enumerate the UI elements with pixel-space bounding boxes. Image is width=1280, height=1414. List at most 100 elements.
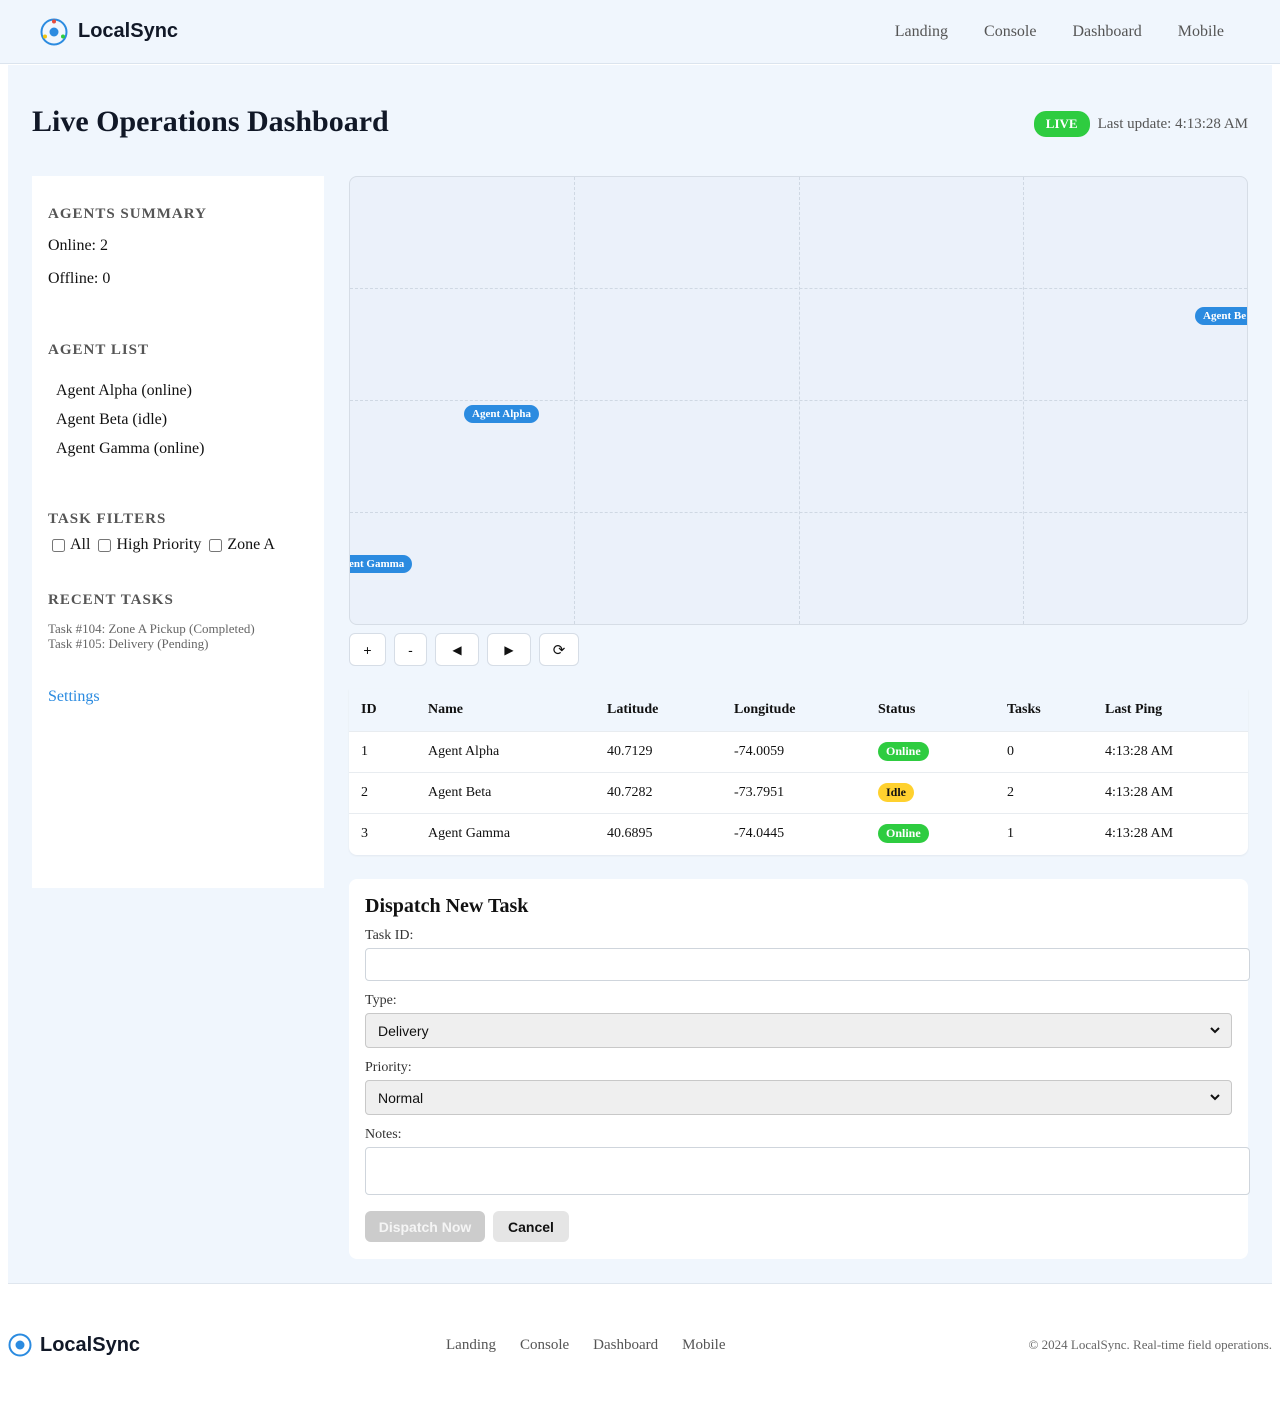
- recent-task-item: Task #105: Delivery (Pending): [48, 636, 209, 651]
- task-filters: All High Priority Zone A: [48, 536, 308, 554]
- cell-id: 1: [349, 730, 416, 772]
- task-filters-heading: TASK FILTERS: [48, 511, 167, 527]
- sidebar: AGENTS SUMMARY Online: 2 Offline: 0 AGEN…: [32, 176, 324, 888]
- priority-select[interactable]: Normal: [365, 1080, 1232, 1115]
- filter-all-checkbox[interactable]: [52, 538, 65, 552]
- chevron-down-icon: [1209, 1023, 1221, 1039]
- map-grid-line: [350, 288, 1247, 289]
- status-badge: Online: [878, 742, 929, 761]
- cell-name: Agent Beta: [416, 771, 595, 813]
- task-id-input[interactable]: [365, 948, 1250, 981]
- table-row[interactable]: 3 Agent Gamma 40.6895 -74.0445 Online 1 …: [349, 812, 1248, 854]
- logo-icon: [8, 1333, 32, 1357]
- agent-map[interactable]: Agent Alpha Agent Be ent Gamma: [349, 176, 1248, 625]
- column-header: Status: [878, 701, 916, 717]
- offline-count: Offline: 0: [48, 270, 111, 287]
- table-row[interactable]: 2 Agent Beta 40.7282 -73.7951 Idle 2 4:1…: [349, 771, 1248, 813]
- copyright: © 2024 LocalSync. Real-time field operat…: [1028, 1337, 1272, 1352]
- filter-high-priority-checkbox[interactable]: [98, 538, 112, 552]
- cell-id: 3: [349, 812, 416, 854]
- cell-longitude: -73.7951: [722, 771, 866, 813]
- table-header-row: ID Name Latitude Longitude Status Tasks …: [349, 689, 1248, 731]
- agents-summary-heading: AGENTS SUMMARY: [48, 206, 207, 222]
- footer-nav-landing[interactable]: Landing: [446, 1337, 496, 1354]
- footer-nav: Landing Console Dashboard Mobile: [446, 1337, 726, 1354]
- main-content: Live Operations Dashboard LIVE Last upda…: [8, 65, 1272, 1284]
- footer: LocalSync Landing Console Dashboard Mobi…: [8, 1330, 1272, 1360]
- refresh-map-button[interactable]: ⟳: [539, 633, 579, 666]
- cell-status: Idle: [866, 771, 995, 813]
- agent-list-item[interactable]: Agent Gamma (online): [56, 434, 308, 463]
- pan-right-button[interactable]: ▶: [487, 633, 531, 666]
- column-header: Last Ping: [1105, 701, 1163, 717]
- filter-zone-a[interactable]: Zone A: [205, 536, 275, 554]
- column-header: Tasks: [1007, 701, 1041, 717]
- notes-label: Notes:: [365, 1127, 402, 1142]
- nav-landing[interactable]: Landing: [895, 23, 948, 41]
- agent-list-item[interactable]: Agent Beta (idle): [56, 405, 308, 434]
- chevron-down-icon: [1209, 1090, 1221, 1106]
- filter-label: Zone A: [227, 536, 275, 553]
- dispatch-now-button[interactable]: Dispatch Now: [365, 1211, 485, 1242]
- map-grid-line: [350, 512, 1247, 513]
- cell-name: Agent Alpha: [416, 730, 595, 772]
- page-title: Live Operations Dashboard: [32, 105, 389, 138]
- priority-selected-value: Normal: [378, 1089, 424, 1106]
- agents-table-grid: ID Name Latitude Longitude Status Tasks …: [349, 689, 1248, 854]
- cell-status: Online: [866, 812, 995, 854]
- status-badge: Online: [878, 824, 929, 844]
- agent-list: Agent Alpha (online) Agent Beta (idle) A…: [48, 376, 308, 463]
- footer-nav-mobile[interactable]: Mobile: [682, 1337, 725, 1354]
- task-id-label: Task ID:: [365, 928, 414, 943]
- map-marker-gamma[interactable]: ent Gamma: [350, 555, 413, 573]
- table-row[interactable]: 1 Agent Alpha 40.7129 -74.0059 Online 0 …: [349, 730, 1248, 772]
- nav-console[interactable]: Console: [984, 23, 1036, 41]
- map-marker-alpha[interactable]: Agent Alpha: [464, 405, 539, 423]
- cell-last-ping: 4:13:28 AM: [1093, 771, 1248, 813]
- cell-id: 2: [349, 771, 416, 813]
- dispatch-task-form: Dispatch New Task Task ID: Type: Deliver…: [349, 879, 1250, 1259]
- type-selected-value: Delivery: [378, 1022, 429, 1039]
- nav-mobile[interactable]: Mobile: [1178, 23, 1224, 41]
- top-header: LocalSync Landing Console Dashboard Mobi…: [0, 0, 1280, 64]
- live-status: LIVE Last update: 4:13:28 AM: [1033, 111, 1248, 137]
- cell-last-ping: 4:13:28 AM: [1093, 730, 1248, 772]
- footer-nav-dashboard[interactable]: Dashboard: [593, 1337, 658, 1354]
- pan-left-button[interactable]: ◀: [435, 633, 479, 666]
- cell-name: Agent Gamma: [416, 812, 595, 854]
- type-select[interactable]: Delivery: [365, 1013, 1232, 1048]
- map-controls: + - ◀ ▶ ⟳: [349, 633, 579, 666]
- cell-latitude: 40.7129: [595, 730, 722, 772]
- nav-dashboard[interactable]: Dashboard: [1072, 23, 1141, 41]
- filter-zone-a-checkbox[interactable]: [209, 538, 223, 552]
- type-label: Type:: [365, 993, 397, 1008]
- notes-textarea[interactable]: [365, 1147, 1250, 1195]
- footer-nav-console[interactable]: Console: [520, 1337, 569, 1354]
- cell-tasks: 1: [995, 812, 1093, 854]
- cell-tasks: 2: [995, 771, 1093, 813]
- cancel-button[interactable]: Cancel: [493, 1211, 569, 1242]
- footer-brand[interactable]: LocalSync: [8, 1333, 140, 1357]
- status-badge: Idle: [878, 783, 915, 802]
- filter-all[interactable]: All: [48, 536, 90, 554]
- filter-high-priority[interactable]: High Priority: [94, 536, 201, 554]
- recent-tasks-heading: RECENT TASKS: [48, 592, 174, 608]
- last-update: Last update: 4:13:28 AM: [1097, 115, 1248, 132]
- column-header: ID: [361, 701, 377, 717]
- cell-status: Online: [866, 730, 995, 772]
- map-grid-line: [350, 400, 1247, 401]
- live-badge: LIVE: [1033, 111, 1090, 137]
- form-title: Dispatch New Task: [365, 895, 529, 917]
- settings-link[interactable]: Settings: [48, 688, 308, 706]
- top-nav: Landing Console Dashboard Mobile: [895, 23, 1224, 41]
- agent-list-heading: AGENT LIST: [48, 342, 150, 358]
- map-marker-beta[interactable]: Agent Be: [1195, 307, 1247, 325]
- online-count: Online: 2: [48, 237, 108, 254]
- zoom-in-button[interactable]: +: [349, 633, 386, 666]
- recent-task-item: Task #104: Zone A Pickup (Completed): [48, 621, 255, 636]
- brand[interactable]: LocalSync: [40, 18, 178, 46]
- agent-list-item[interactable]: Agent Alpha (online): [56, 376, 308, 405]
- form-actions: Dispatch Now Cancel: [365, 1211, 1232, 1242]
- zoom-out-button[interactable]: -: [394, 633, 427, 666]
- logo-icon: [40, 18, 68, 46]
